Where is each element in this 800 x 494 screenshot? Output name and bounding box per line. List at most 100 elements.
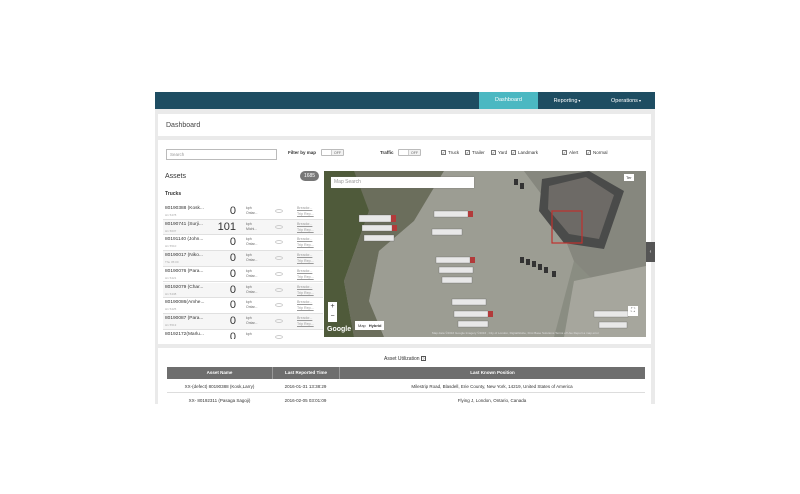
chevron-down-icon: ▾ [578,98,581,103]
asset-name: 80190076 (Para... [165,268,204,274]
eye-icon[interactable] [275,287,283,292]
breadcrumb-link[interactable]: Breadcr... [297,222,312,226]
asset-list-item[interactable]: 80190388 (Kosk... H1 5478 0 kph Ontar... Brea… [163,204,323,220]
cell-position: Flying J, London, Ontario, Canada [457,398,527,403]
check-icon: ✓ [562,150,567,156]
breadcrumb-link[interactable]: Breadcr... [297,269,312,273]
toggle-state: OFF [334,150,341,155]
asset-name: 80192079 (Char... [165,284,204,290]
zoom-out-button[interactable]: − [328,312,337,322]
assets-count-badge: 1685 [300,171,319,181]
checkbox-alert[interactable]: ✓ Alert [562,150,579,156]
filter-by-map-label: Filter by map [288,150,317,155]
asset-region: Ontar... [246,211,258,215]
cell-time: 2016-02-05 03:01:09 [284,398,327,403]
speed-unit: kph [246,315,252,320]
checkbox-trailer[interactable]: ✓ Trailer [465,150,485,156]
asset-id: H1 5637 [165,228,177,233]
trip-report-link[interactable]: Trip Rep... [297,291,314,295]
checkbox-label: Yard [498,150,508,155]
toggle-knob [322,150,332,155]
toggle-state: OFF [411,150,418,155]
filter-by-map-toggle[interactable]: OFF [321,149,344,156]
traffic-toggle[interactable]: OFF [398,149,421,156]
checkbox-landmark[interactable]: ✓ Landmark [511,150,539,156]
side-panel-handle[interactable]: ‹ [646,242,655,262]
zoom-in-button[interactable]: + [328,302,337,312]
check-icon: ✓ [511,150,516,156]
asset-name: 80190741 (Surji... [165,221,203,227]
search-placeholder: Search [170,152,185,157]
speed-unit: kph [246,253,252,258]
asset-id: Thu 05:00 [165,260,179,265]
fullscreen-icon[interactable]: ⛶ [628,306,638,316]
breadcrumb-link[interactable]: Breadcr... [297,206,312,210]
asset-list-item[interactable]: 80192079 (Char... H1 5438 0 kph Ontar... Brea… [163,282,323,299]
search-input[interactable]: Search [166,149,277,160]
col-last-reported-time[interactable]: Last Reported Time [272,367,339,379]
checkbox-label: Alert [569,150,579,155]
col-last-known-position[interactable]: Last Known Position [339,367,645,379]
asset-speed: 101 [217,220,236,233]
eye-icon[interactable] [275,318,283,323]
eye-icon[interactable] [275,209,283,213]
breadcrumb-link[interactable]: Breadcr... [297,300,312,304]
asset-list-item[interactable]: 80190076 (Para... H1 5421 0 kph Ontar... Brea… [163,266,323,283]
asset-list-item[interactable]: 80190087 (Para... H1 5513 0 kph Ontar... Brea… [163,313,323,330]
trip-report-link[interactable]: Trip Rep... [297,306,314,310]
asset-id: H1 5425 [165,307,177,312]
asset-list-item[interactable]: 80190017 (Niko... Thu 05:00 0 kph Ontar... Br… [163,251,323,267]
col-asset-name[interactable]: Asset Name [167,367,272,379]
eye-icon[interactable] [275,224,283,229]
breadcrumb-link[interactable]: Breadcr... [297,316,312,320]
map-type-control: Map Hybrid [355,321,385,330]
chevron-left-icon: ‹ [649,249,652,255]
checkbox-truck[interactable]: ✓ Truck [441,150,459,156]
table-row[interactable]: XX- 80192311 (Pasaga Sagoji) 2016-02-05 … [167,394,645,404]
trip-report-link[interactable]: Trip Rep... [297,322,314,326]
eye-icon[interactable] [275,334,283,339]
asset-list-item[interactable]: 80190741 (Surji... H1 5637 101 kph Michi... B… [163,219,323,236]
nav-reporting-label: Reporting [553,98,578,104]
trip-report-link[interactable]: Trip Rep... [297,243,314,247]
asset-name: 80190086(Amhe... [165,300,205,306]
trip-report-link[interactable]: Trip Rep... [297,259,314,263]
traffic-label: Traffic [380,150,394,155]
satellite-map[interactable]: Map Search Ter + − Map Hybrid Google Map … [324,171,646,337]
speed-unit: kph [246,284,252,289]
trip-report-link[interactable]: Trip Rep... [297,212,314,216]
nav-dashboard[interactable]: Dashboard [479,92,538,109]
checkbox-label: Landmark [518,150,539,155]
asset-list-item[interactable]: 80192172(Marlu... 0 kph [163,329,323,339]
map-type-map-button[interactable]: Map [358,323,366,328]
checkbox-yard[interactable]: ✓ Yard [491,150,508,156]
breadcrumb-link[interactable]: Breadcr... [297,253,312,257]
asset-speed: 0 [229,330,236,339]
eye-icon[interactable] [275,271,283,276]
map-type-hybrid-button[interactable]: Hybrid [369,323,382,328]
speed-unit: kph [246,300,252,305]
eye-icon[interactable] [275,256,283,261]
map-terrain-control[interactable]: Ter [624,174,634,181]
map-search-input[interactable]: Map Search [331,177,474,188]
trip-report-link[interactable]: Trip Rep... [297,275,314,279]
eye-icon[interactable] [275,303,283,308]
trip-report-link[interactable]: Trip Rep... [297,228,314,232]
asset-list-item[interactable]: 80190086(Amhe... H1 5425 0 kph Ontar... Bread… [163,298,323,314]
speed-unit: kph [246,331,252,336]
asset-list-item[interactable]: 80191140 (John... H1 5510 0 kph Ontar... Brea… [163,235,323,252]
breadcrumb-link[interactable]: Breadcr... [297,285,312,289]
check-icon: ✓ [441,150,446,156]
assets-title: Assets [165,173,187,180]
table-row[interactable]: XX-(defect) 80190388 (Kosk,Larry) 2016-0… [167,380,645,393]
eye-icon[interactable] [275,240,283,245]
breadcrumb-link[interactable]: Breadcr... [297,237,312,241]
info-icon[interactable]: ? [420,356,426,361]
asset-list: 80190388 (Kosk... H1 5478 0 kph Ontar... Brea… [163,204,323,339]
asset-region: Michi... [246,226,258,231]
asset-name: 80192172(Marlu... [165,331,204,337]
chevron-down-icon: ▾ [638,98,641,103]
nav-operations[interactable]: Operations▾ [601,92,651,109]
checkbox-normal[interactable]: ✓ Normal [586,150,608,156]
nav-reporting[interactable]: Reporting▾ [543,92,591,109]
